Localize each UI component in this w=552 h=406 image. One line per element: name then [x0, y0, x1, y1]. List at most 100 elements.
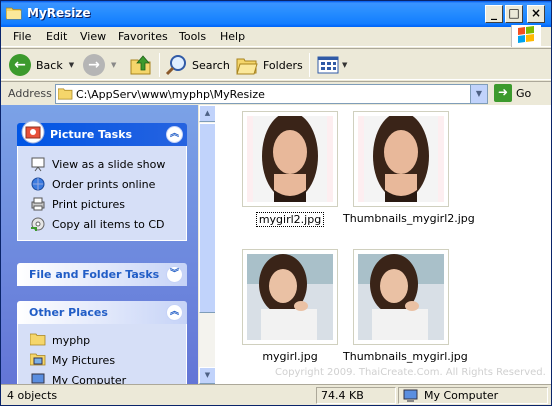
computer-icon: [30, 372, 46, 384]
title-bar[interactable]: MyResize _ □ ×: [1, 1, 551, 27]
back-button[interactable]: ← Back ▼: [9, 52, 74, 78]
other-places-header[interactable]: Other Places ︽: [17, 301, 187, 324]
back-label: Back: [36, 58, 63, 72]
task-label: Order prints online: [52, 177, 156, 191]
folder-icon: [6, 7, 22, 20]
collapse-chevron-icon[interactable]: ︽: [166, 126, 183, 143]
folders-label: Folders: [263, 58, 303, 72]
go-button[interactable]: ➜ Go: [494, 84, 531, 102]
address-label: Address: [8, 87, 52, 100]
views-button[interactable]: ▼: [316, 52, 347, 78]
thumbnail-frame: [353, 111, 449, 207]
scroll-down-icon[interactable]: ▼: [199, 367, 216, 384]
windows-logo: [511, 25, 541, 47]
forward-dropdown-icon[interactable]: ▼: [111, 61, 116, 69]
task-pane-scrollbar[interactable]: ▲ ▼: [198, 105, 216, 384]
place-label: My Computer: [52, 373, 127, 385]
explorer-window: MyResize _ □ × File Edit View Favorites …: [0, 0, 552, 406]
up-folder-icon: [130, 55, 151, 75]
search-icon: [165, 55, 186, 76]
search-label: Search: [192, 58, 230, 72]
file-item[interactable]: Thumbnails_mygirl.jpg: [341, 249, 468, 363]
scroll-up-icon[interactable]: ▲: [199, 105, 216, 122]
computer-icon: [403, 389, 418, 402]
go-label: Go: [516, 86, 532, 100]
task-pane: Picture Tasks ︽ View as a slide show Ord…: [1, 105, 198, 384]
file-view: mygirl2.jpg Thumbnails_mygirl2.jpg mygir…: [215, 105, 551, 384]
picture-tasks-icon: [21, 120, 45, 144]
place-my-pictures[interactable]: My Pictures: [29, 350, 186, 370]
other-places-title: Other Places: [29, 306, 108, 319]
place-myphp[interactable]: myphp: [29, 330, 186, 350]
maximize-button[interactable]: □: [505, 5, 523, 23]
file-item[interactable]: Thumbnails_mygirl2.jpg: [341, 111, 475, 225]
status-location: My Computer: [398, 387, 548, 404]
task-order-prints[interactable]: Order prints online: [30, 174, 186, 194]
menu-view[interactable]: View: [80, 30, 106, 43]
file-item[interactable]: mygirl2.jpg: [230, 111, 350, 227]
copyright-watermark: Copyright 2009. ThaiCreate.Com. All Righ…: [275, 367, 546, 378]
file-name: mygirl.jpg: [262, 350, 318, 363]
photo-thumbnail: [358, 116, 444, 202]
file-folder-tasks-panel: File and Folder Tasks ︾: [17, 263, 187, 286]
views-dropdown-icon: ▼: [342, 61, 348, 69]
picture-tasks-panel: Picture Tasks ︽ View as a slide show Ord…: [17, 120, 187, 241]
address-path: C:\AppServ\www\myphp\MyResize: [76, 88, 265, 101]
address-dropdown-icon[interactable]: ▼: [470, 85, 487, 103]
folders-icon: [236, 58, 258, 75]
picture-tasks-title: Picture Tasks: [50, 128, 133, 141]
file-name: mygirl2.jpg: [255, 212, 325, 227]
thumbnail-frame: [353, 249, 449, 345]
close-button[interactable]: ×: [527, 5, 545, 23]
picture-tasks-body: View as a slide show Order prints online…: [17, 146, 187, 241]
minimize-button[interactable]: _: [485, 5, 503, 23]
menu-favorites[interactable]: Favorites: [118, 30, 168, 43]
file-folder-tasks-header[interactable]: File and Folder Tasks ︾: [17, 263, 187, 286]
photo-thumbnail: [358, 254, 444, 340]
task-print-pictures[interactable]: Print pictures: [30, 194, 186, 214]
back-dropdown-icon[interactable]: ▼: [69, 61, 74, 69]
picture-tasks-header[interactable]: Picture Tasks ︽: [17, 120, 187, 146]
thumbnail-frame: [242, 111, 338, 207]
photo-thumbnail: [247, 254, 333, 340]
expand-chevron-icon[interactable]: ︾: [166, 266, 183, 283]
menu-help[interactable]: Help: [220, 30, 245, 43]
views-icon: [317, 56, 339, 74]
status-bar: 4 objects 74.4 KB My Computer: [1, 384, 551, 405]
file-folder-tasks-title: File and Folder Tasks: [29, 268, 160, 281]
slideshow-icon: [30, 156, 46, 172]
up-folder-button[interactable]: [129, 52, 153, 78]
windows-flag-icon: [518, 26, 534, 43]
other-places-panel: Other Places ︽ myphp My Pictures My Comp…: [17, 301, 187, 384]
my-pictures-icon: [29, 352, 46, 368]
forward-arrow-icon: →: [83, 54, 105, 76]
thumbnail-frame: [242, 249, 338, 345]
scroll-thumb[interactable]: [199, 123, 216, 313]
place-label: My Pictures: [52, 353, 116, 367]
cd-icon: [30, 216, 46, 232]
address-input[interactable]: C:\AppServ\www\myphp\MyResize ▼: [55, 84, 488, 104]
photo-thumbnail: [247, 116, 333, 202]
task-label: Copy all items to CD: [52, 217, 165, 231]
menu-tools[interactable]: Tools: [179, 30, 206, 43]
collapse-chevron-icon[interactable]: ︽: [166, 304, 183, 321]
task-label: Print pictures: [52, 197, 125, 211]
address-bar: Address C:\AppServ\www\myphp\MyResize ▼ …: [1, 81, 551, 105]
menu-bar: File Edit View Favorites Tools Help: [1, 27, 551, 47]
forward-button[interactable]: → ▼: [83, 52, 116, 78]
task-copy-to-cd[interactable]: Copy all items to CD: [30, 214, 186, 234]
back-arrow-icon: ←: [9, 54, 31, 76]
task-slideshow[interactable]: View as a slide show: [30, 154, 186, 174]
file-item[interactable]: mygirl.jpg: [230, 249, 350, 363]
place-my-computer[interactable]: My Computer: [30, 370, 186, 384]
menu-file[interactable]: File: [13, 30, 31, 43]
standard-toolbar: ← Back ▼ → ▼ Search Folders ▼: [1, 48, 551, 80]
order-prints-icon: [30, 176, 46, 192]
menu-edit[interactable]: Edit: [46, 30, 67, 43]
file-name: Thumbnails_mygirl2.jpg: [343, 212, 475, 225]
folders-button[interactable]: Folders: [235, 52, 303, 78]
go-arrow-icon: ➜: [494, 84, 512, 102]
status-location-label: My Computer: [424, 389, 499, 402]
window-title: MyResize: [27, 6, 91, 20]
search-button[interactable]: Search: [165, 52, 230, 78]
